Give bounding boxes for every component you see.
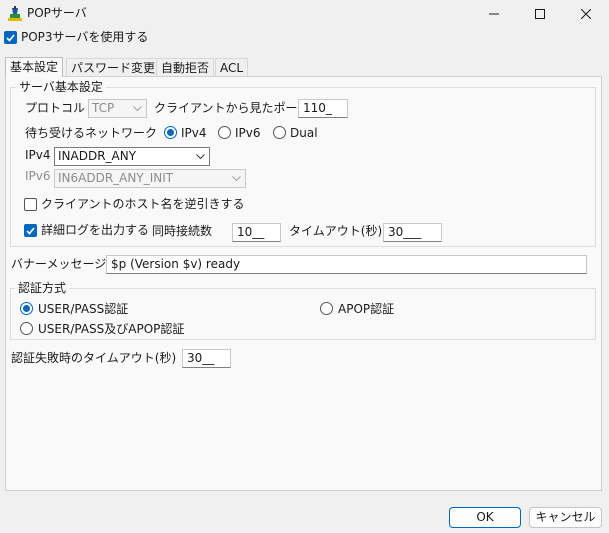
minimize-button[interactable] <box>471 0 517 28</box>
tab-auto-reject[interactable]: 自動拒否 <box>156 58 215 77</box>
checkmark-icon <box>6 34 15 42</box>
tab-basic-settings[interactable]: 基本設定 <box>5 57 64 77</box>
auth-fail-timeout-input[interactable]: 30__ <box>182 349 231 368</box>
window-title: POPサーバ <box>27 6 87 20</box>
network-dual-radio[interactable] <box>273 126 286 139</box>
ok-button[interactable]: OK <box>449 507 521 528</box>
checkmark-icon <box>26 227 35 235</box>
auth-apop-radio[interactable] <box>320 302 333 315</box>
network-dual-label: Dual <box>290 126 318 140</box>
chevron-down-icon <box>133 106 142 112</box>
timeout-input[interactable]: 30___ <box>383 223 442 242</box>
use-pop3-checkbox[interactable] <box>4 31 17 44</box>
ipv6-value: IN6ADDR_ANY_INIT <box>58 171 174 185</box>
close-button[interactable] <box>563 0 609 28</box>
use-pop3-label: POP3サーバを使用する <box>21 30 149 44</box>
close-icon <box>581 9 591 19</box>
ipv6-select: IN6ADDR_ANY_INIT <box>54 169 246 188</box>
reverse-lookup-label: クライアントのホスト名を逆引きする <box>41 197 245 211</box>
chevron-down-icon <box>232 176 241 182</box>
auth-method-title: 認証方式 <box>15 281 70 295</box>
ipv6-label: IPv6 <box>25 169 51 183</box>
banner-label: バナーメッセージ <box>11 257 107 271</box>
auth-userpass-radio[interactable] <box>20 302 33 315</box>
network-ipv6-radio[interactable] <box>218 126 231 139</box>
app-icon <box>6 5 24 23</box>
ipv4-select[interactable]: INADDR_ANY <box>54 147 210 166</box>
minimize-icon <box>489 13 499 15</box>
protocol-value: TCP <box>92 101 115 115</box>
reverse-lookup-checkbox[interactable] <box>24 198 37 211</box>
chevron-down-icon <box>196 154 205 160</box>
maximize-icon <box>535 9 545 19</box>
banner-input[interactable]: $p (Version $v) ready <box>106 255 587 274</box>
protocol-label: プロトコル <box>25 101 86 115</box>
protocol-select: TCP <box>88 99 147 118</box>
maximize-button[interactable] <box>517 0 563 28</box>
client-port-input[interactable]: 110_ <box>298 99 348 118</box>
network-ipv4-radio[interactable] <box>164 126 177 139</box>
ipv4-label: IPv4 <box>25 148 51 162</box>
server-settings-title: サーバ基本設定 <box>16 80 106 94</box>
network-ipv6-label: IPv6 <box>235 126 261 140</box>
network-ipv4-label: IPv4 <box>181 126 207 140</box>
detail-log-label: 詳細ログを出力する <box>41 223 150 237</box>
auth-userpass-label: USER/PASS認証 <box>38 302 129 316</box>
auth-apop-label: APOP認証 <box>338 302 395 316</box>
client-port-label: クライアントから見たポート <box>154 101 310 115</box>
auth-fail-timeout-label: 認証失敗時のタイムアウト(秒) <box>11 351 177 365</box>
concurrent-label: 同時接続数 <box>152 224 213 238</box>
tab-password-change[interactable]: パスワード変更 <box>66 58 161 77</box>
concurrent-input[interactable]: 10__ <box>232 223 281 242</box>
cancel-button[interactable]: キャンセル <box>529 507 602 528</box>
timeout-label: タイムアウト(秒) <box>289 224 383 238</box>
auth-both-radio[interactable] <box>20 322 33 335</box>
ipv4-value: INADDR_ANY <box>58 149 137 163</box>
auth-both-label: USER/PASS及びAPOP認証 <box>38 322 185 336</box>
network-label: 待ち受けるネットワーク <box>25 126 158 140</box>
detail-log-checkbox[interactable] <box>24 224 37 237</box>
tab-acl[interactable]: ACL <box>215 58 249 77</box>
